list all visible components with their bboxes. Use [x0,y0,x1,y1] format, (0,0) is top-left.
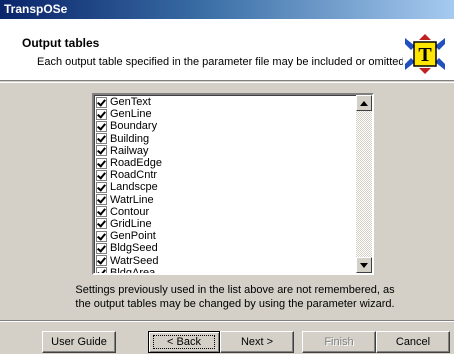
finish-button: Finish [302,331,376,353]
table-label: WatrSeed [110,254,159,267]
scroll-up-button[interactable] [356,95,372,111]
table-label: BldgArea [110,266,156,275]
note-line-1: Settings previously used in the list abo… [75,284,395,296]
back-button[interactable]: < Back [148,331,220,353]
table-label: GridLine [110,217,152,230]
list-item[interactable]: BldgSeed [96,242,356,254]
list-item[interactable]: Landscpe [96,181,356,193]
arrow-up-icon [360,100,368,106]
next-button[interactable]: Next > [220,331,294,353]
table-checkbox[interactable] [96,194,107,206]
scroll-down-button[interactable] [356,257,372,273]
title-bar: TranspOSe [0,0,454,19]
window-title: TranspOSe [4,2,68,16]
list-scrollbar[interactable] [356,95,372,273]
table-checkbox[interactable] [96,120,107,132]
list-item[interactable]: Railway [96,145,356,157]
table-label: Railway [110,144,149,157]
table-label: WatrLine [110,193,154,206]
arrow-down-icon [360,262,368,268]
table-checkbox[interactable] [96,181,107,193]
list-items: GenText GenLine Boundary Building Railway Roa… [96,96,356,275]
table-checkbox[interactable] [96,230,107,242]
wizard-header: Output tables Each output table specifie… [0,19,454,81]
list-item[interactable]: GenPoint [96,230,356,242]
table-checkbox[interactable] [96,145,107,157]
cancel-button[interactable]: Cancel [376,331,450,353]
table-label: GenLine [110,108,152,121]
table-checkbox[interactable] [96,267,107,273]
focus-rect [153,335,215,349]
wizard-window: TranspOSe Output tables Each output tabl… [0,0,454,354]
list-item[interactable]: RoadCntr [96,169,356,181]
list-item[interactable]: WatrLine [96,194,356,206]
table-checkbox[interactable] [96,218,107,230]
list-item[interactable]: RoadEdge [96,157,356,169]
list-item[interactable]: GridLine [96,218,356,230]
table-checkbox[interactable] [96,133,107,145]
table-label: Contour [110,205,150,218]
table-checkbox[interactable] [96,169,107,181]
note-line-2: the output tables may be changed by usin… [75,298,395,310]
table-checkbox[interactable] [96,157,107,169]
list-item[interactable]: Contour [96,206,356,218]
list-item[interactable]: Building [96,133,356,145]
table-checkbox[interactable] [96,206,107,218]
page-title: Output tables [22,36,100,50]
table-checkbox[interactable] [96,255,107,267]
list-item[interactable]: WatrSeed [96,254,356,267]
table-checkbox[interactable] [96,108,107,120]
header-divider [0,82,454,83]
footer-divider-highlight [0,321,454,322]
list-item[interactable]: BldgArea [96,266,356,275]
list-item[interactable]: Boundary [96,120,356,132]
table-label: Boundary [110,120,158,133]
table-label: RoadEdge [110,157,162,170]
settings-note: Settings previously used in the list abo… [60,283,410,311]
table-label: Landscpe [110,181,158,194]
transpose-logo-icon: T [403,32,447,76]
table-label: GenText [110,96,151,109]
user-guide-button[interactable]: User Guide [42,331,116,353]
table-checkbox[interactable] [96,242,107,254]
logo-letter: T [418,44,432,66]
table-label: GenPoint [110,230,156,243]
table-label: Building [110,132,150,145]
list-item[interactable]: GenText [96,96,356,108]
output-tables-list[interactable]: GenText GenLine Boundary Building Railway Roa… [92,93,374,275]
table-label: RoadCntr [110,169,158,182]
table-checkbox[interactable] [96,96,107,108]
page-description: Each output table specified in the param… [37,56,408,68]
table-label: BldgSeed [110,242,158,255]
list-item[interactable]: GenLine [96,108,356,120]
